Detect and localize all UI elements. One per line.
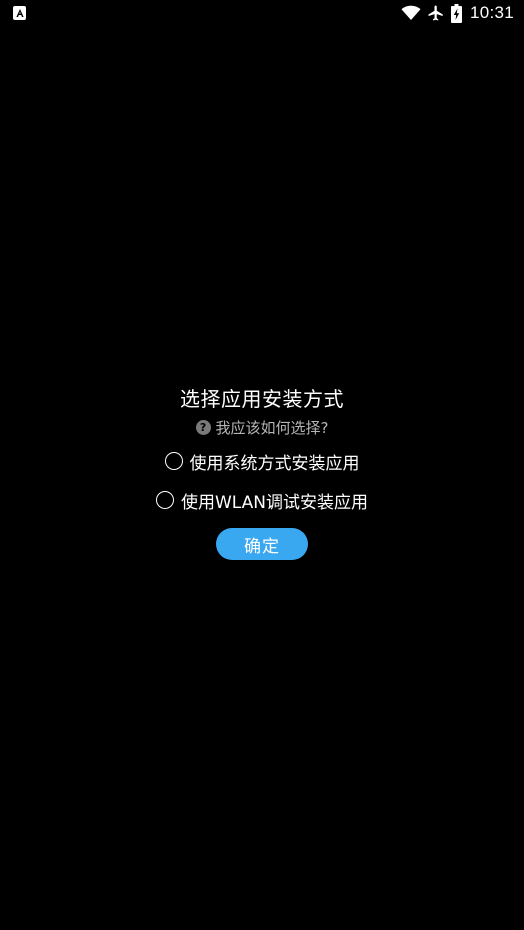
status-icons: 10:31: [401, 3, 514, 23]
screen: 10:31 选择应用安装方式 ? 我应该如何选择? 使用系统方式安装应用 使用W…: [0, 0, 524, 930]
help-link[interactable]: ? 我应该如何选择?: [195, 416, 329, 438]
status-bar: 10:31: [0, 0, 524, 28]
help-text: 我应该如何选择?: [215, 418, 329, 437]
option-system-install[interactable]: 使用系统方式安装应用: [164, 450, 360, 474]
radio-button[interactable]: [155, 491, 174, 509]
radio-button[interactable]: [164, 452, 183, 470]
question-circle-icon: ?: [195, 419, 211, 435]
a-icon: [13, 6, 26, 20]
confirm-button[interactable]: 确定: [216, 528, 308, 560]
status-time: 10:31: [469, 3, 514, 22]
dialog-title: 选择应用安装方式: [180, 387, 344, 411]
install-method-dialog: 选择应用安装方式 ? 我应该如何选择? 使用系统方式安装应用 使用WLAN调试安…: [0, 383, 524, 560]
wifi-icon: [401, 5, 421, 20]
option-wlan-debug-install[interactable]: 使用WLAN调试安装应用: [155, 489, 369, 513]
option-label: 使用WLAN调试安装应用: [180, 492, 369, 513]
airplane-mode-icon: [428, 5, 443, 21]
battery-charging-icon: [450, 3, 462, 23]
option-label: 使用系统方式安装应用: [189, 453, 360, 474]
install-options: 使用系统方式安装应用 使用WLAN调试安装应用: [155, 450, 369, 513]
